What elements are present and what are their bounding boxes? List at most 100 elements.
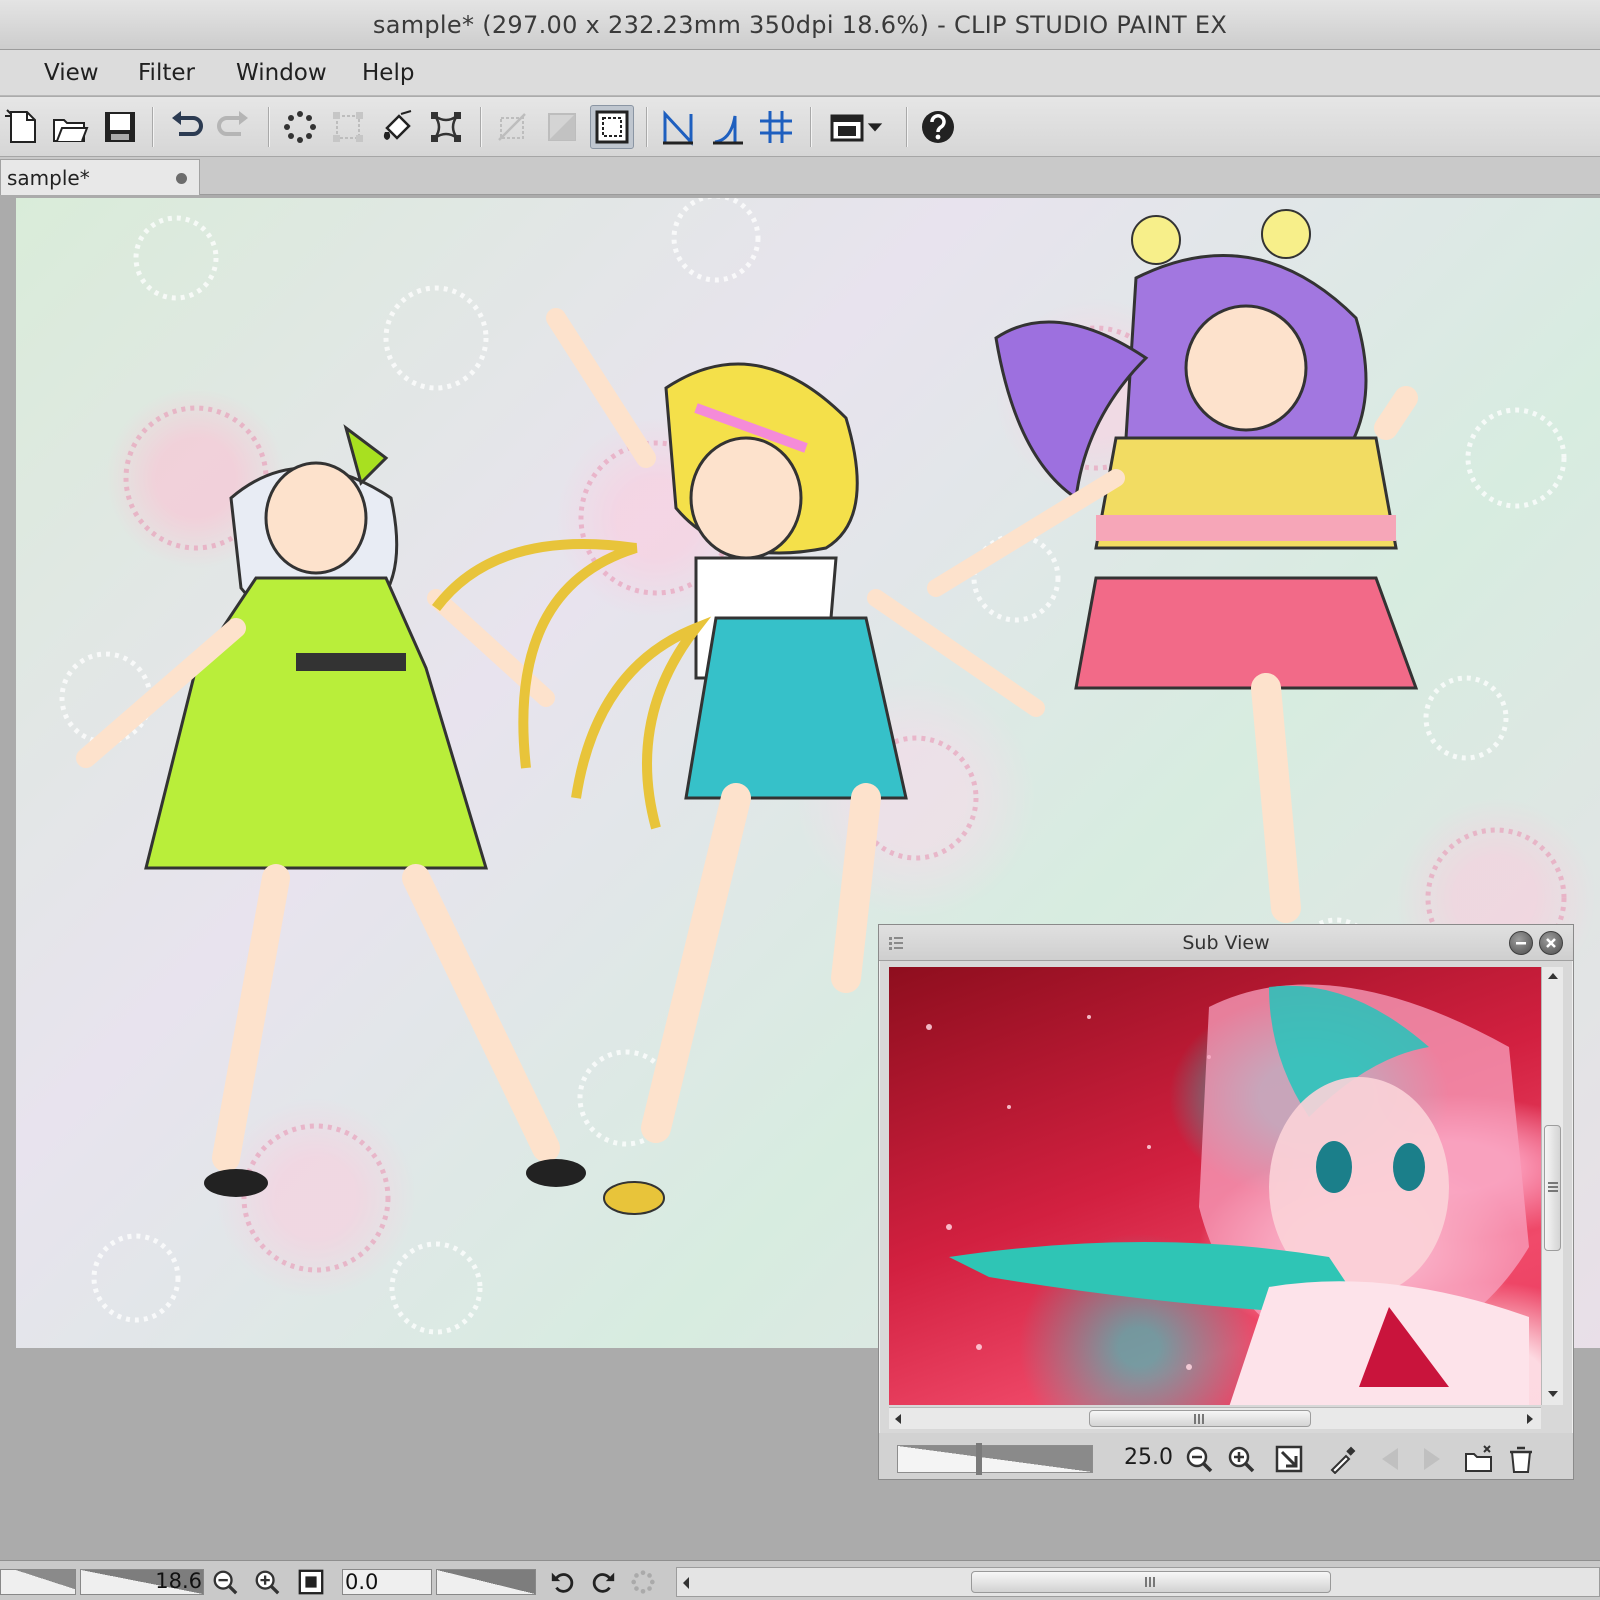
transform-button[interactable] (326, 105, 370, 149)
import-image-icon (1465, 1445, 1492, 1472)
canvas-rotation-slider[interactable] (436, 1569, 536, 1595)
save-icon (105, 112, 135, 142)
fill-button[interactable] (376, 105, 420, 149)
snap-to-ruler-button[interactable] (656, 105, 700, 149)
new-file-icon (5, 109, 36, 143)
character-purple-hair (927, 209, 1419, 923)
minimize-panel-button[interactable] (1509, 931, 1533, 955)
tab-label: sample* (7, 165, 90, 190)
reset-rotation-icon (631, 1570, 655, 1594)
sub-view-panel: Sub View 25.0 (878, 924, 1574, 1480)
special-ruler-snap-icon (713, 115, 743, 145)
eyedropper-icon (1330, 1446, 1356, 1474)
redo-button[interactable] (212, 105, 256, 149)
minimize-icon (1516, 942, 1526, 945)
mesh-transform-button[interactable] (424, 105, 468, 149)
tab-sample[interactable]: sample* (0, 159, 200, 195)
scroll-down-icon[interactable] (1546, 1389, 1560, 1399)
transform-icon (333, 112, 363, 142)
previous-image-icon (1382, 1448, 1398, 1470)
zoom-out-icon (1186, 1446, 1213, 1473)
close-panel-button[interactable] (1539, 931, 1563, 955)
chevron-down-icon (867, 123, 883, 132)
slider-handle[interactable] (976, 1443, 982, 1475)
scroll-up-icon[interactable] (1546, 971, 1560, 981)
help-icon (922, 111, 954, 143)
undo-icon (172, 111, 203, 136)
mesh-transform-icon (431, 112, 461, 142)
reset-rotation-button[interactable] (626, 1565, 660, 1599)
crop-button[interactable] (490, 105, 534, 149)
canvas-horizontal-scrollbar[interactable] (676, 1567, 1600, 1597)
help-button[interactable] (916, 105, 960, 149)
scroll-left-icon[interactable] (893, 1413, 903, 1425)
sub-view-title-bar[interactable]: Sub View (879, 925, 1573, 961)
sub-view-zoom-in-button[interactable] (1223, 1441, 1259, 1477)
sub-view-horizontal-scrollbar[interactable] (889, 1407, 1541, 1429)
command-bar (0, 97, 1600, 157)
sub-view-reference-image[interactable] (889, 967, 1541, 1405)
next-image-icon (1424, 1448, 1440, 1470)
canvas-zoom-in-button[interactable] (250, 1565, 284, 1599)
navigator-gauge[interactable] (0, 1569, 76, 1595)
snap-to-special-ruler-button[interactable] (706, 105, 750, 149)
panel-menu-icon[interactable] (887, 934, 905, 952)
menu-view[interactable]: View (38, 58, 105, 88)
sub-view-controls: 25.0 (879, 1433, 1573, 1479)
reference-artwork (926, 984, 1529, 1405)
sub-view-fit-button[interactable] (1271, 1441, 1307, 1477)
sub-view-zoom-value: 25.0 (1124, 1445, 1173, 1470)
clear-outside-button[interactable] (540, 105, 584, 149)
rotate-right-button[interactable] (586, 1565, 620, 1599)
menu-help[interactable]: Help (356, 58, 420, 88)
app-window: sample* (297.00 x 232.23mm 350dpi 18.6%)… (0, 0, 1600, 1600)
grid-snap-icon (760, 111, 792, 143)
title-bar: sample* (297.00 x 232.23mm 350dpi 18.6%)… (0, 0, 1600, 50)
canvas-horizontal-thumb[interactable] (971, 1571, 1331, 1593)
toolbar-separator (480, 107, 481, 147)
screen-mode-dropdown[interactable] (820, 105, 892, 149)
fit-to-window-button[interactable] (294, 1565, 328, 1599)
fill-icon (383, 110, 412, 140)
canvas-zoom-out-button[interactable] (208, 1565, 242, 1599)
zoom-in-icon (1228, 1446, 1255, 1473)
snap-to-grid-button[interactable] (754, 105, 798, 149)
selection-launcher-button[interactable] (278, 105, 322, 149)
sub-view-zoom-out-button[interactable] (1181, 1441, 1217, 1477)
sub-view-vertical-scrollbar[interactable] (1541, 967, 1563, 1405)
sub-view-previous-image-button[interactable] (1373, 1441, 1409, 1477)
screen-mode-icon (830, 114, 864, 142)
character-green-dress (76, 424, 586, 1197)
show-selection-area-icon (595, 110, 629, 144)
sub-view-next-image-button[interactable] (1413, 1441, 1449, 1477)
save-button[interactable] (98, 105, 142, 149)
rotate-right-icon (592, 1572, 615, 1593)
fit-window-icon (298, 1569, 324, 1595)
canvas-rotation-value[interactable]: 0.0 (342, 1569, 432, 1595)
sub-view-vertical-thumb[interactable] (1544, 1125, 1561, 1251)
open-button[interactable] (48, 105, 92, 149)
sub-view-zoom-slider[interactable] (897, 1443, 1093, 1475)
rotate-left-button[interactable] (546, 1565, 580, 1599)
sub-view-eyedropper-button[interactable] (1325, 1441, 1361, 1477)
tab-close-icon[interactable] (176, 173, 187, 184)
scroll-left-icon[interactable] (681, 1576, 691, 1590)
clear-image-icon (1510, 1446, 1532, 1473)
menu-window[interactable]: Window (230, 58, 333, 88)
sub-view-import-button[interactable] (1461, 1441, 1497, 1477)
open-folder-icon (53, 119, 89, 142)
undo-button[interactable] (164, 105, 208, 149)
scroll-right-icon[interactable] (1525, 1413, 1535, 1425)
toolbar-separator (810, 107, 811, 147)
show-selection-area-button[interactable] (590, 105, 634, 149)
redo-icon (217, 111, 248, 136)
rotate-left-icon (551, 1572, 574, 1593)
toolbar-separator (906, 107, 907, 147)
sub-view-horizontal-thumb[interactable] (1089, 1410, 1311, 1427)
zoom-in-icon (255, 1570, 280, 1595)
menu-filter[interactable]: Filter (132, 58, 201, 88)
sub-view-clear-button[interactable] (1503, 1441, 1539, 1477)
canvas-zoom-value: 18.6 (155, 1569, 202, 1593)
toolbar-separator (646, 107, 647, 147)
new-file-button[interactable] (0, 105, 44, 149)
